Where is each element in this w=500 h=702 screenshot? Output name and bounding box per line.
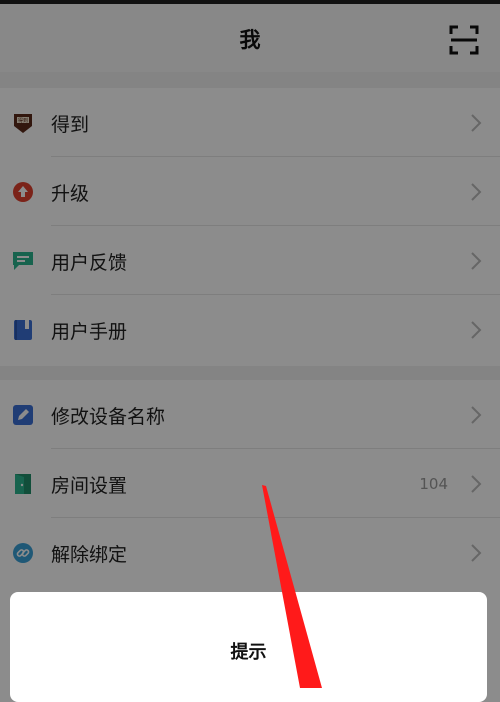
prompt-dialog: 提示 — [10, 592, 487, 702]
dialog-title: 提示 — [230, 642, 267, 663]
modal-overlay[interactable] — [0, 0, 500, 688]
